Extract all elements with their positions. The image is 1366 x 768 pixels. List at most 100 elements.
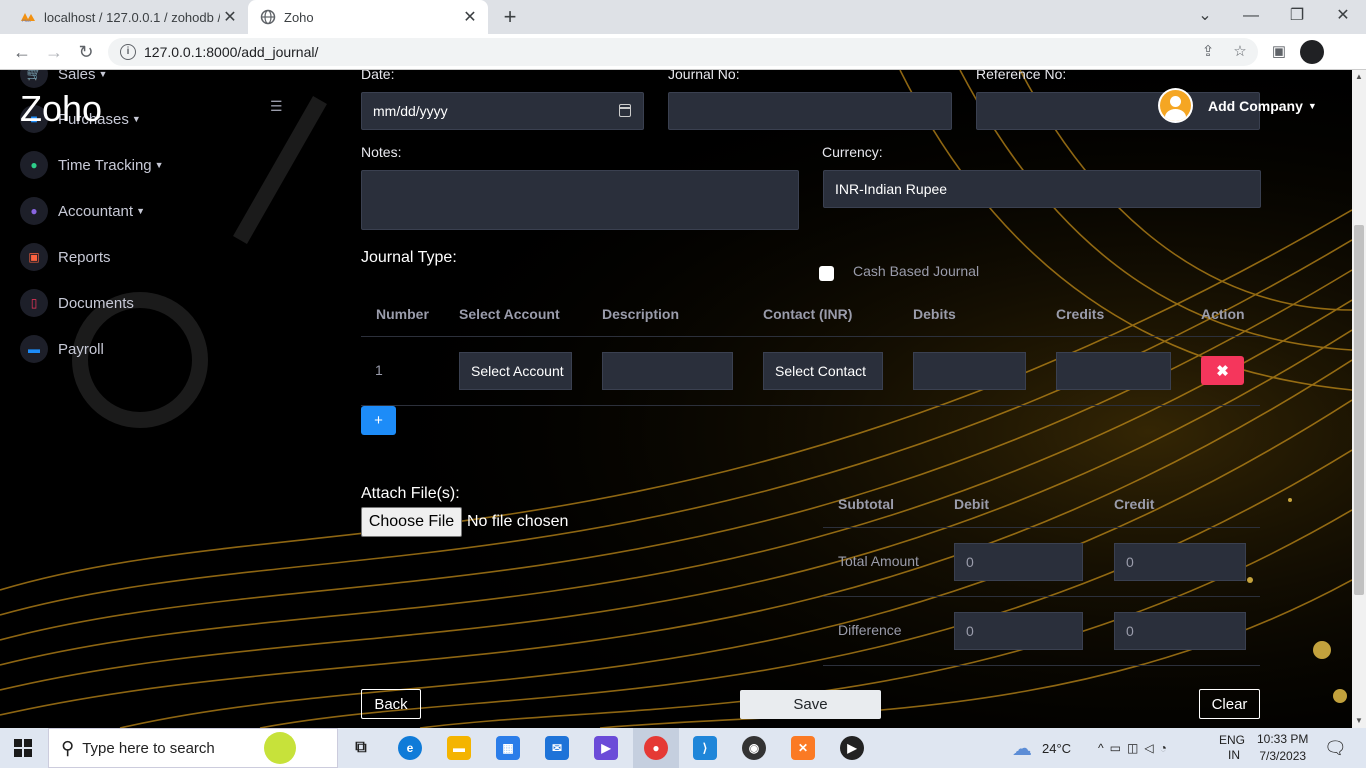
date-input[interactable]: mm/dd/yyyy [361, 92, 644, 130]
windows-start-icon[interactable] [14, 739, 32, 757]
brand-logo[interactable]: Zoho [20, 88, 102, 130]
url-field[interactable]: i 127.0.0.1:8000/add_journal/ [108, 38, 1258, 66]
minimize-icon[interactable]: — [1228, 0, 1274, 34]
close-window-icon[interactable]: ✕ [1320, 0, 1366, 34]
edge-icon[interactable]: e [398, 736, 422, 760]
th-debit: Debit [954, 496, 989, 512]
journal-type-label: Journal Type: [361, 249, 457, 266]
forward-arrow-icon[interactable]: → [42, 40, 66, 64]
add-row-button[interactable]: + [361, 406, 396, 435]
file-status-text: No file chosen [467, 513, 569, 530]
clock[interactable]: 10:33 PM 7/3/2023 [1257, 728, 1308, 768]
info-icon[interactable]: i [120, 44, 136, 60]
sidepanel-icon[interactable]: ▣ [1269, 42, 1289, 62]
user-icon: ● [20, 197, 48, 225]
power-automate-icon[interactable]: ▶ [594, 736, 618, 760]
page-scrollbar[interactable]: ▲ ▼ [1352, 70, 1366, 728]
row-number: 1 [375, 362, 383, 378]
description-input[interactable] [602, 352, 733, 390]
tab-close-icon[interactable]: ✕ [220, 7, 240, 27]
caret-down-icon: ▼ [136, 206, 145, 216]
volume-icon[interactable]: ◁ [1144, 741, 1159, 755]
caret-down-icon: ▼ [1307, 100, 1317, 111]
debits-input[interactable] [913, 352, 1026, 390]
globe-icon [260, 9, 276, 25]
task-view-icon[interactable]: ⧉ [349, 736, 373, 760]
select-contact-dropdown[interactable]: Select Contact [763, 352, 883, 390]
sidebar-item-payroll[interactable]: ▬ Payroll [20, 335, 104, 363]
chevron-up-icon[interactable]: ^ [1098, 741, 1110, 755]
media-player-icon[interactable]: ▶ [840, 736, 864, 760]
restore-icon[interactable]: ❐ [1274, 0, 1320, 34]
back-arrow-icon[interactable]: ← [10, 40, 34, 64]
calendar-picker-icon[interactable] [619, 104, 631, 117]
sidebar-item-reports[interactable]: ▣ Reports [20, 243, 111, 271]
notes-textarea[interactable] [361, 170, 799, 230]
user-menu[interactable]: Add Company ▼ [1158, 88, 1317, 123]
sidebar-item-label: Sales [58, 70, 96, 83]
difference-debit-field: 0 [954, 612, 1083, 650]
th-select-account: Select Account [459, 306, 560, 322]
new-tab-button[interactable]: + [498, 5, 522, 29]
network-icon[interactable]: ◫ [1127, 741, 1144, 755]
sidebar-item-time-tracking[interactable]: ● Time Tracking ▼ [20, 151, 164, 179]
obs-icon[interactable]: ◉ [742, 736, 766, 760]
microsoft-store-icon[interactable]: ▦ [496, 736, 520, 760]
mail-icon[interactable]: ✉ [545, 736, 569, 760]
language-indicator[interactable]: ENG IN [1219, 728, 1245, 768]
bookmark-star-icon[interactable]: ☆ [1230, 42, 1250, 62]
xampp-icon[interactable]: ✕ [791, 736, 815, 760]
sidebar-item-accountant[interactable]: ● Accountant ▼ [20, 197, 145, 225]
save-button[interactable]: Save [740, 690, 881, 719]
tab-close-icon[interactable]: ✕ [460, 7, 480, 27]
currency-select[interactable]: INR-Indian Rupee [823, 170, 1261, 208]
choose-file-button[interactable]: Choose File [361, 507, 462, 537]
difference-debit-value: 0 [966, 623, 974, 639]
clock-time: 10:33 PM [1257, 732, 1309, 746]
delete-row-button[interactable]: ✖ [1201, 356, 1244, 385]
vscode-icon[interactable]: ⟩ [693, 736, 717, 760]
weather-temp: 24°C [1042, 740, 1072, 756]
select-account-dropdown[interactable]: Select Account [459, 352, 572, 390]
system-tray-icons[interactable]: ^ ▭ ◫ ◁ ◔ [1098, 728, 1173, 768]
credits-input[interactable] [1056, 352, 1171, 390]
notes-label: Notes: [361, 144, 402, 160]
total-amount-label: Total Amount [838, 553, 919, 569]
difference-credit-field: 0 [1114, 612, 1246, 650]
address-bar-row: ← → ↻ i 127.0.0.1:8000/add_journal/ ⇪ ☆ … [0, 34, 1366, 70]
browser-tab-zoho[interactable]: Zoho ✕ [248, 0, 488, 34]
th-credit: Credit [1114, 496, 1155, 512]
sidebar-item-documents[interactable]: ▯ Documents [20, 289, 134, 317]
journal-no-input[interactable] [668, 92, 952, 130]
share-icon[interactable]: ⇪ [1198, 42, 1218, 62]
document-icon: ▯ [20, 289, 48, 317]
difference-label: Difference [838, 622, 902, 638]
scrollbar-thumb[interactable] [1354, 225, 1364, 595]
battery-icon[interactable]: ▭ [1110, 741, 1127, 755]
sidebar-item-label: Payroll [58, 340, 104, 358]
scroll-up-icon[interactable]: ▲ [1352, 70, 1366, 84]
profile-avatar[interactable] [1300, 40, 1324, 64]
windows-taskbar: ⚲ Type here to search ⧉ e ▬ ▦ ✉ ▶ ● ⟩ ◉ … [0, 728, 1366, 768]
notification-icon[interactable]: 🗨 [1324, 728, 1347, 768]
caret-down-icon: ▼ [131, 114, 141, 124]
avatar [1158, 88, 1193, 123]
back-button[interactable]: Back [361, 689, 421, 719]
user-avatar-icon [1160, 90, 1191, 121]
scroll-down-icon[interactable]: ▼ [1352, 714, 1366, 728]
file-explorer-icon[interactable]: ▬ [447, 736, 471, 760]
tab-search-icon[interactable]: ⌄ [1182, 0, 1228, 34]
cash-based-checkbox[interactable] [819, 266, 834, 281]
reload-icon[interactable]: ↻ [74, 40, 98, 64]
browser-tab-phpmyadmin[interactable]: PMA localhost / 127.0.0.1 / zohodb / z ✕ [8, 0, 248, 34]
sidebar-toggle-icon[interactable]: ☰ [270, 98, 283, 115]
wifi-icon[interactable]: ◔ [1160, 741, 1173, 755]
calendar-icon: ▣ [20, 243, 48, 271]
page-content: Zoho ☰ 🛒 Sales ▼ ■ Purchases ▼ ● Time Tr… [0, 70, 1352, 728]
sidebar-item-sales[interactable]: 🛒 Sales ▼ [20, 70, 107, 88]
weather-widget[interactable]: ☁ 24°C [1012, 728, 1071, 768]
chrome-icon[interactable]: ● [644, 736, 668, 760]
tab-title: localhost / 127.0.0.1 / zohodb / z [44, 9, 220, 25]
clear-button[interactable]: Clear [1199, 689, 1260, 719]
th-subtotal: Subtotal [838, 496, 894, 512]
